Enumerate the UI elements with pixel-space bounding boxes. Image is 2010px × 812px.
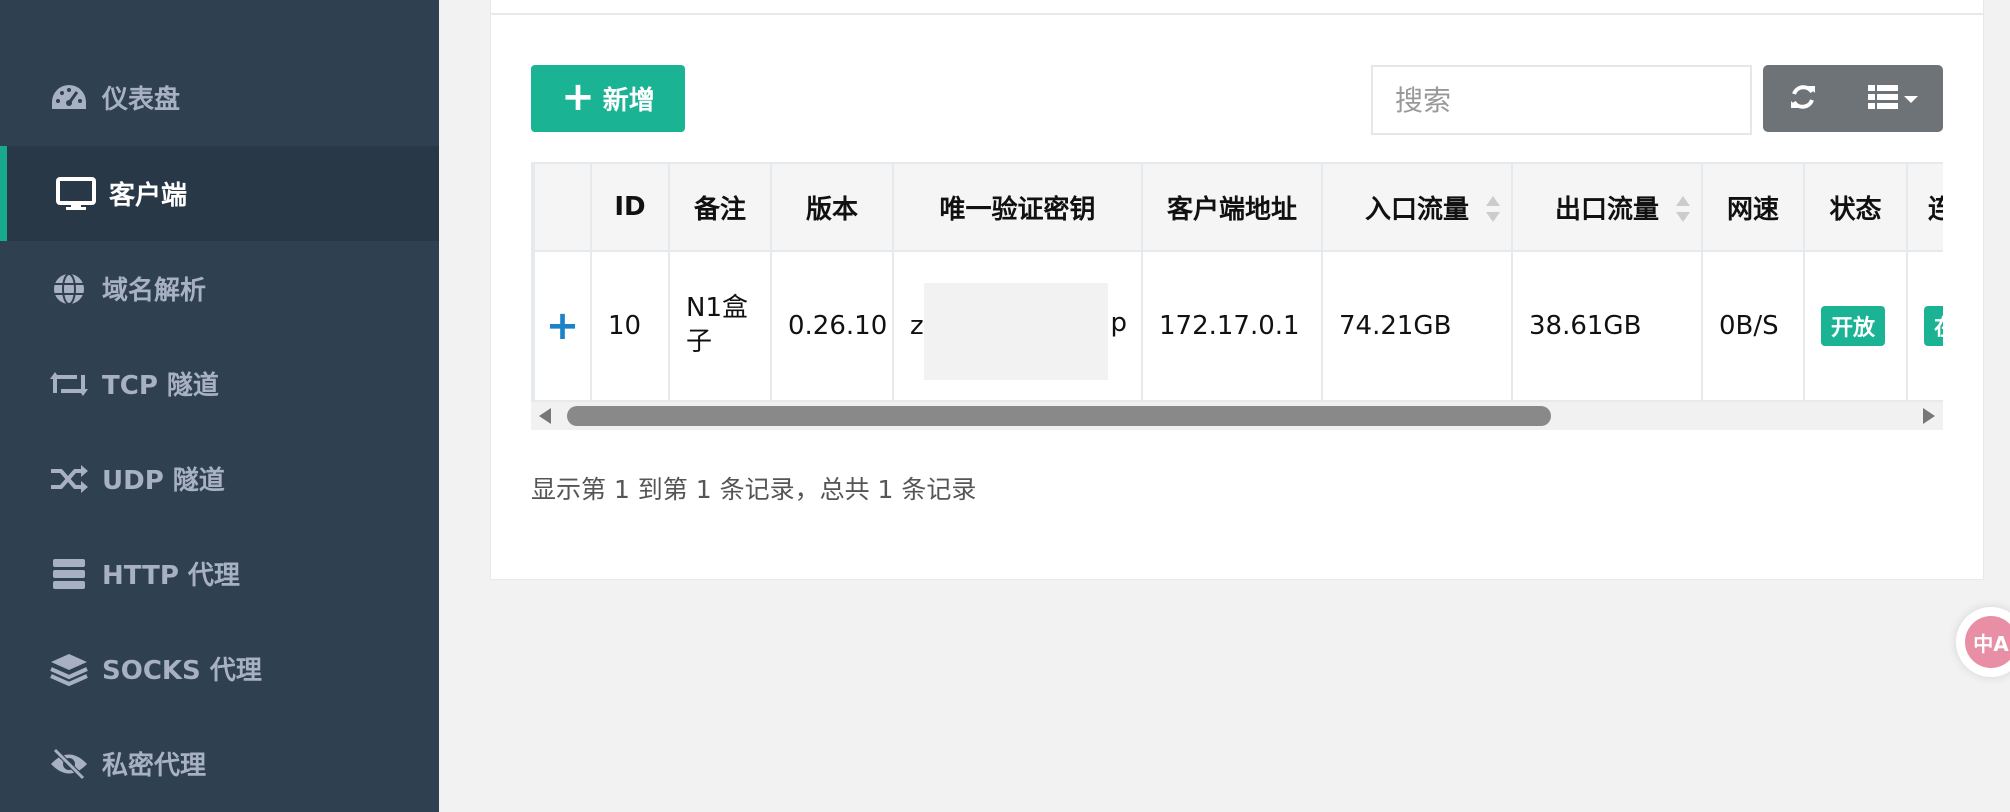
key-end: p [1110, 308, 1127, 338]
sort-icon [1486, 196, 1500, 222]
column-header-expand [533, 162, 592, 252]
sidebar-item-label: SOCKS 代理 [102, 656, 262, 686]
connect-badge: 在 [1924, 306, 1943, 346]
sidebar-item-label: 客户端 [109, 181, 188, 211]
sidebar-item-label: 私密代理 [102, 751, 207, 781]
cell-remark: N1盒子 [668, 250, 772, 402]
pagination-summary: 显示第 1 到第 1 条记录，总共 1 条记录 [531, 475, 977, 504]
translate-icon: 中A [1965, 616, 2010, 668]
sort-icon [1676, 196, 1690, 222]
sidebar-item-http[interactable]: HTTP 代理 [0, 526, 439, 621]
status-badge: 开放 [1821, 306, 1886, 346]
eye-slash-icon [48, 746, 90, 782]
sidebar-item-label: 域名解析 [102, 276, 207, 306]
add-button[interactable]: + 新增 [531, 65, 685, 132]
cell-inflow: 74.21GB [1321, 250, 1513, 402]
divider [490, 13, 1984, 15]
search-input[interactable] [1371, 65, 1752, 135]
column-header-id[interactable]: ID [590, 162, 670, 252]
column-header-version[interactable]: 版本 [770, 162, 894, 252]
table-row: + 10 N1盒子 0.26.10 z5 p 172.17.0.1 74.21G… [533, 250, 1943, 402]
column-header-speed[interactable]: 网速 [1701, 162, 1805, 252]
sidebar-item-label: UDP 隧道 [102, 466, 225, 496]
expand-row-button[interactable]: + [533, 250, 592, 402]
cell-id: 10 [590, 250, 670, 402]
sidebar-item-socks[interactable]: SOCKS 代理 [0, 621, 439, 716]
server-icon [48, 556, 90, 592]
redaction-mask [924, 283, 1108, 380]
refresh-button[interactable] [1763, 65, 1843, 132]
desktop-icon [55, 176, 97, 212]
column-header-status[interactable]: 状态 [1803, 162, 1908, 252]
cell-version: 0.26.10 [770, 250, 894, 402]
scroll-left-icon[interactable] [539, 408, 551, 424]
caret-down-icon [1904, 89, 1918, 108]
cell-outflow: 38.61GB [1511, 250, 1703, 402]
column-header-connect[interactable]: 连 [1906, 162, 1943, 252]
column-header-inflow[interactable]: 入口流量 [1321, 162, 1513, 252]
dashboard-icon [48, 80, 90, 116]
horizontal-scrollbar[interactable] [531, 402, 1943, 430]
add-button-label: 新增 [602, 86, 655, 116]
scrollbar-thumb[interactable] [567, 406, 1551, 426]
sidebar-item-label: HTTP 代理 [102, 561, 240, 591]
cell-connect: 在 [1906, 250, 1943, 402]
list-icon [1868, 84, 1898, 114]
sidebar: 仪表盘 客户端 域名解析 TCP 隧道 UDP 隧道 HTTP 代理 SOCKS… [0, 0, 439, 812]
sidebar-item-label: 仪表盘 [102, 85, 181, 115]
random-icon [48, 461, 90, 497]
sidebar-item-clients[interactable]: 客户端 [0, 146, 439, 241]
retweet-icon [48, 366, 90, 402]
toolbar-button-group [1763, 65, 1943, 132]
columns-toggle-button[interactable] [1843, 65, 1943, 132]
sidebar-item-domain[interactable]: 域名解析 [0, 241, 439, 336]
clients-table: ID 备注 版本 唯一验证密钥 客户端地址 入口流量 出口流量 网速 状态 连 [533, 162, 1943, 402]
column-header-label: 出口流量 [1554, 194, 1659, 225]
column-header-address[interactable]: 客户端地址 [1141, 162, 1323, 252]
scroll-right-icon[interactable] [1923, 408, 1935, 424]
layers-icon [48, 651, 90, 687]
column-header-label: 入口流量 [1364, 194, 1469, 225]
column-header-outflow[interactable]: 出口流量 [1511, 162, 1703, 252]
cell-status: 开放 [1803, 250, 1908, 402]
sidebar-item-dashboard[interactable]: 仪表盘 [0, 50, 439, 145]
sidebar-item-label: TCP 隧道 [102, 371, 219, 401]
sidebar-item-secret[interactable]: 私密代理 [0, 716, 439, 811]
cell-speed: 0B/S [1701, 250, 1805, 402]
cell-address: 172.17.0.1 [1141, 250, 1323, 402]
refresh-icon [1788, 82, 1818, 116]
sidebar-item-tcp[interactable]: TCP 隧道 [0, 336, 439, 431]
column-header-remark[interactable]: 备注 [668, 162, 772, 252]
plus-icon: + [561, 73, 595, 120]
translate-button[interactable]: 中A [1956, 607, 2010, 677]
clients-table-container: ID 备注 版本 唯一验证密钥 客户端地址 入口流量 出口流量 网速 状态 连 [531, 162, 1943, 402]
globe-icon [48, 271, 90, 307]
sidebar-item-udp[interactable]: UDP 隧道 [0, 431, 439, 526]
column-header-key[interactable]: 唯一验证密钥 [892, 162, 1143, 252]
table-header-row: ID 备注 版本 唯一验证密钥 客户端地址 入口流量 出口流量 网速 状态 连 [533, 162, 1943, 252]
